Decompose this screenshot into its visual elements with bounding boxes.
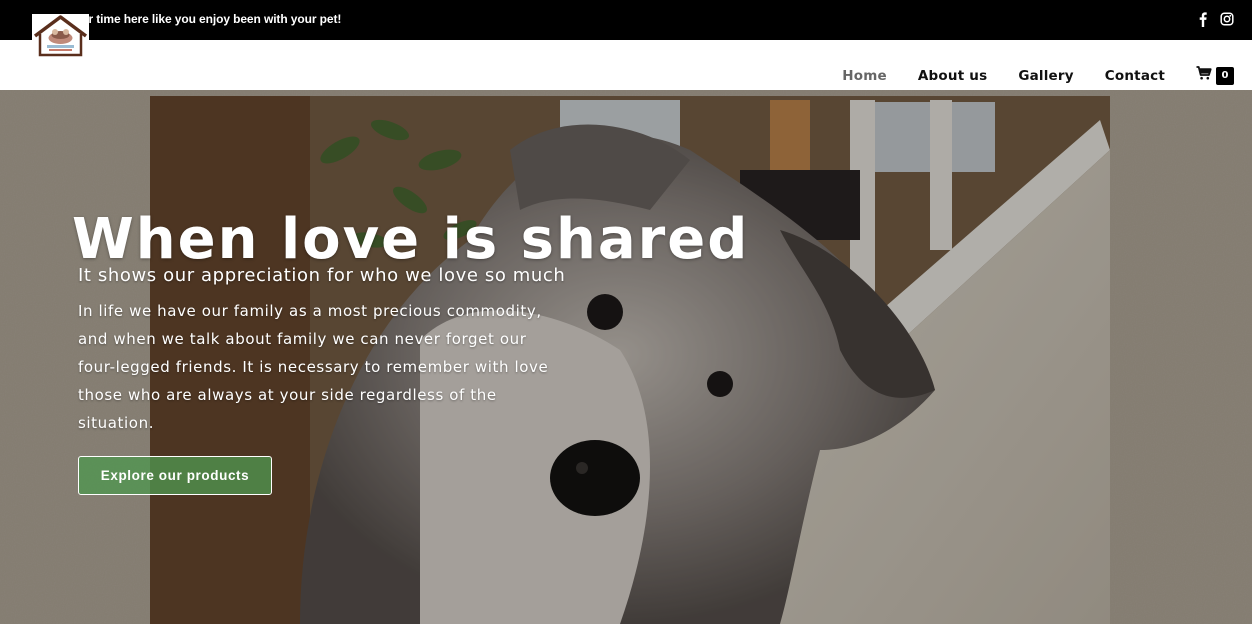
nav-home[interactable]: Home (842, 68, 887, 84)
hero-subtitle: It shows our appreciation for who we lov… (78, 265, 566, 286)
site-logo[interactable] (32, 14, 89, 58)
cart-icon (1196, 66, 1212, 85)
nav-contact[interactable]: Contact (1105, 68, 1165, 84)
main-header: Home About us Gallery Contact 0 (0, 40, 1252, 90)
cart-button[interactable]: 0 (1196, 66, 1234, 85)
social-links (1196, 11, 1234, 27)
cart-count-badge: 0 (1216, 66, 1234, 85)
explore-products-button[interactable]: Explore our products (78, 456, 272, 495)
main-nav: Home About us Gallery Contact 0 (811, 66, 1234, 85)
top-bar: Enjoy your time here like you enjoy been… (0, 0, 1252, 40)
facebook-icon[interactable] (1196, 11, 1210, 27)
hero-banner: When love is shared It shows our appreci… (0, 90, 1252, 624)
instagram-icon[interactable] (1220, 11, 1234, 27)
hero-description: In life we have our family as a most pre… (78, 302, 549, 432)
nav-gallery[interactable]: Gallery (1018, 68, 1073, 84)
hero-title: When love is shared (72, 207, 750, 272)
nav-about-us[interactable]: About us (918, 68, 987, 84)
